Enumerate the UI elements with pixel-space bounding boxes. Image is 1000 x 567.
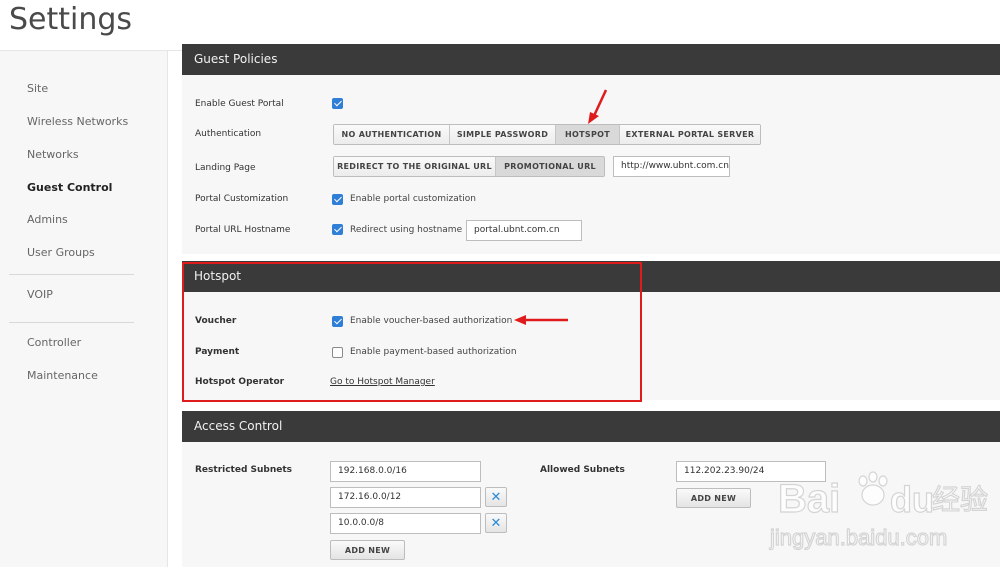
restricted-subnet-input[interactable]: 172.16.0.0/12 — [330, 487, 481, 508]
access-control-panel — [182, 442, 1000, 567]
payment-label: Payment — [195, 347, 240, 357]
remove-subnet-button[interactable]: ✕ — [485, 513, 507, 533]
voucher-text: Enable voucher-based authorization — [350, 316, 513, 326]
authentication-label: Authentication — [195, 129, 262, 139]
close-icon: ✕ — [490, 515, 502, 531]
sidebar-item-controller[interactable]: Controller — [27, 336, 81, 349]
enable-guest-portal-label: Enable Guest Portal — [195, 99, 284, 109]
add-restricted-subnet-button[interactable]: ADD NEW — [330, 540, 405, 560]
sidebar-item-admins[interactable]: Admins — [27, 213, 68, 226]
enable-guest-portal-checkbox[interactable] — [332, 98, 343, 109]
access-control-header: Access Control — [182, 411, 1000, 442]
sidebar-divider — [9, 322, 134, 323]
allowed-subnets-label: Allowed Subnets — [540, 465, 625, 475]
auth-option-simple-password[interactable]: SIMPLE PASSWORD — [450, 125, 556, 144]
portal-hostname-input[interactable]: portal.ubnt.com.cn — [466, 220, 582, 241]
sidebar-item-maintenance[interactable]: Maintenance — [27, 369, 98, 382]
sidebar-item-voip[interactable]: VOIP — [27, 288, 53, 301]
restricted-subnet-input[interactable]: 192.168.0.0/16 — [330, 461, 481, 482]
allowed-subnet-input[interactable]: 112.202.23.90/24 — [676, 461, 826, 482]
auth-option-hotspot[interactable]: HOTSPOT — [556, 125, 620, 144]
auth-option-no-authentication[interactable]: NO AUTHENTICATION — [334, 125, 450, 144]
close-icon: ✕ — [490, 489, 502, 505]
add-allowed-subnet-button[interactable]: ADD NEW — [676, 488, 751, 508]
guest-policies-panel — [182, 51, 1000, 254]
portal-customization-label: Portal Customization — [195, 194, 289, 204]
landing-option-redirect-original[interactable]: REDIRECT TO THE ORIGINAL URL — [334, 157, 496, 176]
sidebar-divider — [9, 274, 134, 275]
landing-page-label: Landing Page — [195, 163, 256, 173]
sidebar-item-user-groups[interactable]: User Groups — [27, 246, 95, 259]
hotspot-header: Hotspot — [182, 261, 1000, 292]
restricted-subnets-label: Restricted Subnets — [195, 465, 293, 475]
sidebar-item-site[interactable]: Site — [27, 82, 48, 95]
sidebar-item-wireless-networks[interactable]: Wireless Networks — [27, 115, 128, 128]
landing-option-promotional-url[interactable]: PROMOTIONAL URL — [496, 157, 604, 176]
hotspot-operator-label: Hotspot Operator — [195, 377, 285, 387]
voucher-label: Voucher — [195, 316, 237, 326]
hotspot-panel — [182, 292, 1000, 400]
page-title: Settings — [9, 2, 133, 37]
voucher-checkbox[interactable] — [332, 316, 343, 327]
portal-customization-text: Enable portal customization — [350, 194, 476, 204]
restricted-subnet-input[interactable]: 10.0.0.0/8 — [330, 513, 481, 534]
portal-url-hostname-label: Portal URL Hostname — [195, 225, 291, 235]
payment-checkbox[interactable] — [332, 347, 343, 358]
landing-page-selector: REDIRECT TO THE ORIGINAL URL PROMOTIONAL… — [333, 156, 605, 177]
sidebar-item-networks[interactable]: Networks — [27, 148, 79, 161]
sidebar: Site Wireless Networks Networks Guest Co… — [0, 51, 168, 567]
guest-policies-header: Guest Policies — [182, 44, 1000, 75]
payment-text: Enable payment-based authorization — [350, 347, 517, 357]
portal-hostname-checkbox[interactable] — [332, 224, 343, 235]
auth-option-external-portal-server[interactable]: EXTERNAL PORTAL SERVER — [620, 125, 760, 144]
remove-subnet-button[interactable]: ✕ — [485, 487, 507, 507]
sidebar-item-guest-control[interactable]: Guest Control — [27, 181, 112, 194]
landing-url-input[interactable]: http://www.ubnt.com.cn — [613, 156, 730, 177]
portal-customization-checkbox[interactable] — [332, 194, 343, 205]
portal-hostname-text: Redirect using hostname — [350, 225, 463, 235]
hotspot-manager-link[interactable]: Go to Hotspot Manager — [330, 377, 435, 387]
authentication-selector: NO AUTHENTICATION SIMPLE PASSWORD HOTSPO… — [333, 124, 761, 145]
